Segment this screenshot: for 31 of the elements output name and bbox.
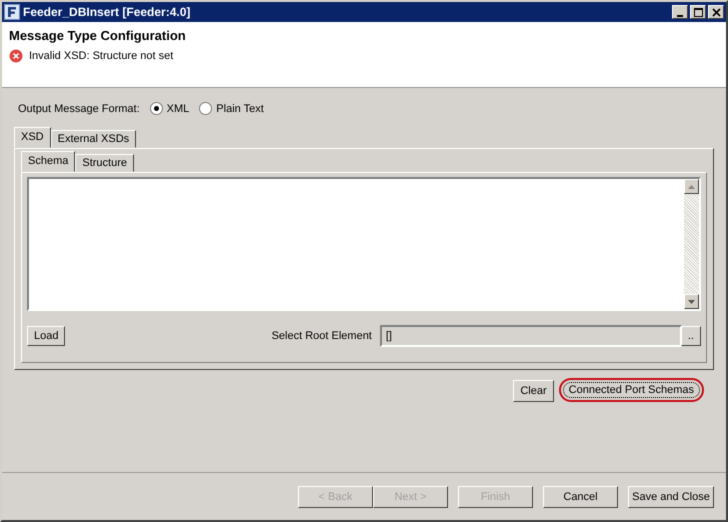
wizard-button[interactable]: Cancel: [543, 486, 618, 508]
maximize-icon: [694, 8, 702, 16]
scrollbar[interactable]: [684, 179, 699, 309]
error-icon: [9, 49, 23, 63]
tab[interactable]: Structure: [75, 154, 134, 172]
scroll-down-icon: [688, 300, 695, 304]
window-title: Feeder_DBInsert [Feeder:4.0]: [23, 5, 192, 19]
radio-label: Plain Text: [216, 102, 264, 114]
radio-button[interactable]: [150, 102, 163, 115]
page-title: Message Type Configuration: [9, 28, 187, 43]
wizard-button[interactable]: Save and Close: [628, 486, 714, 508]
root-element-field[interactable]: []: [380, 325, 682, 347]
action-button[interactable]: Clear: [513, 380, 554, 402]
tab[interactable]: XSD: [14, 127, 51, 148]
minimize-button[interactable]: [672, 5, 688, 19]
root-element-label: Select Root Element: [272, 330, 372, 342]
error-message: Invalid XSD: Structure not set: [29, 50, 174, 62]
browse-button[interactable]: ..: [680, 326, 701, 346]
maximize-button[interactable]: [690, 5, 706, 19]
format-label: Output Message Format:: [18, 102, 140, 114]
scroll-up-icon: [688, 184, 695, 188]
minimize-icon: [677, 14, 683, 16]
app-icon: [4, 4, 20, 20]
tab[interactable]: External XSDs: [50, 130, 136, 148]
action-button[interactable]: Connected Port Schemas: [558, 378, 704, 402]
radio-label: XML: [166, 102, 190, 114]
close-button[interactable]: [708, 5, 724, 19]
close-icon: [712, 8, 720, 16]
load-button[interactable]: Load: [27, 326, 66, 346]
tab[interactable]: Schema: [21, 151, 76, 172]
radio-button[interactable]: [199, 102, 212, 115]
